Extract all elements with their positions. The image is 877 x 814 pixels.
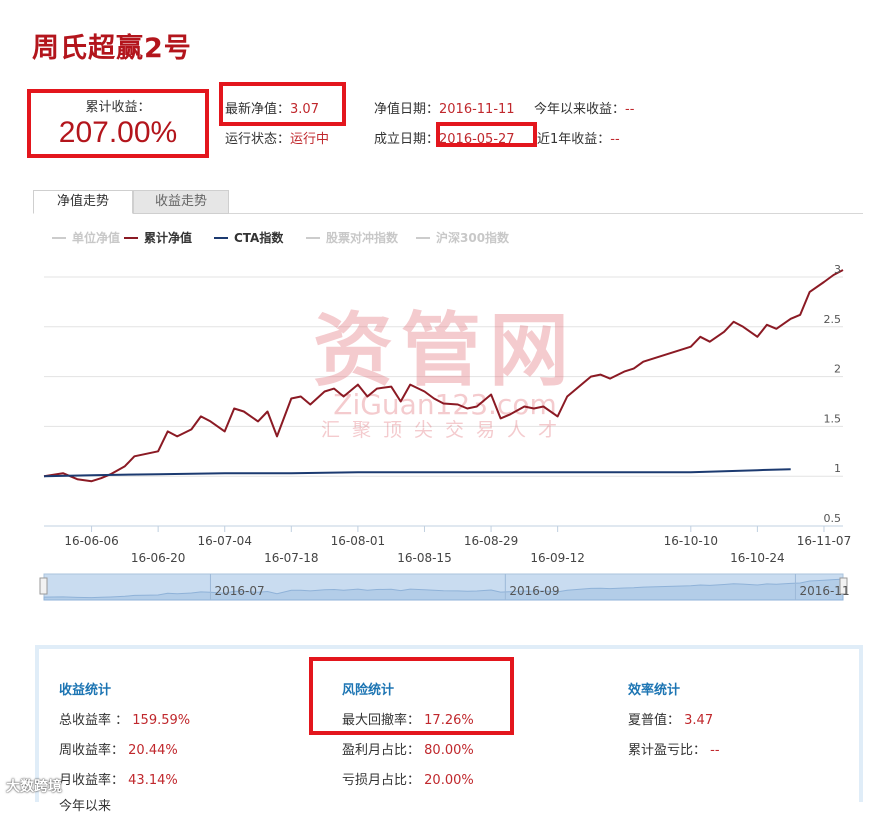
legend-item-label: CTA指数 [234, 230, 284, 245]
stat-value: 20.00% [424, 773, 474, 788]
nav-chart[interactable]: 单位净值 累计净值 CTA指数 股票对冲指数 沪深300指数 资管网 ZiGuan123… [0, 0, 877, 640]
chart-watermark: 资管网 ZiGuan123.com 汇聚顶尖交易人才 [313, 304, 577, 441]
watermark-slogan: 汇聚顶尖交易人才 [321, 419, 569, 441]
y-tick-label: 1.5 [824, 412, 842, 425]
return-stats-title: 收益统计 [59, 683, 112, 698]
chart-legend: 单位净值 累计净值 CTA指数 股票对冲指数 沪深300指数 [52, 230, 510, 245]
stat-total-return: 总收益率 ： 159.59% [59, 709, 190, 728]
stat-ytd-return: 今年以来 [59, 795, 111, 814]
x-tick-label: 16-08-15 [397, 551, 451, 565]
x-tick-label: 16-10-24 [730, 551, 784, 565]
stat-week-return: 周收益率： 20.44% [59, 739, 178, 758]
stat-value: 43.14% [128, 773, 178, 788]
navigator-label: 2016-07 [214, 584, 264, 598]
y-tick-label: 2.5 [824, 313, 842, 326]
x-tick-label: 16-07-18 [264, 551, 318, 565]
stat-win-months: 盈利月占比： 80.00% [342, 739, 474, 758]
efficiency-stats-title: 效率统计 [628, 683, 681, 698]
navigator-label: 2016-11 [799, 584, 849, 598]
stat-sharpe: 夏普值： 3.47 [628, 709, 713, 728]
stat-label: 周收益率： [59, 743, 125, 758]
navigator-handle-left [39, 577, 48, 595]
y-tick-label: 3 [834, 263, 841, 276]
stat-label: 总收益率 ： [59, 713, 129, 728]
stat-value: 159.59% [132, 713, 191, 728]
stat-label: 亏损月占比： [342, 773, 421, 788]
highlight-risk-stats [309, 657, 514, 735]
stat-label: 盈利月占比： [342, 743, 421, 758]
y-tick-label: 2 [834, 363, 841, 376]
stat-month-return: 月收益率： 43.14% [59, 769, 178, 788]
footer-watermark: 大数跨境 [6, 779, 62, 795]
y-tick-label: 0.5 [824, 512, 842, 525]
stat-label: 月收益率： [59, 773, 125, 788]
stat-label: 今年以来 [59, 799, 112, 814]
x-tick-label: 16-06-06 [64, 534, 118, 548]
navigator-label: 2016-09 [509, 584, 559, 598]
legend-item-label: 单位净值 [72, 230, 120, 245]
x-tick-label: 16-09-12 [530, 551, 584, 565]
stat-value: 80.00% [424, 743, 474, 758]
stat-value: -- [710, 743, 720, 758]
stat-value: 20.44% [128, 743, 178, 758]
x-tick-label: 16-08-29 [464, 534, 518, 548]
stat-loss-months: 亏损月占比： 20.00% [342, 769, 474, 788]
stat-profit-loss-ratio: 累计盈亏比： -- [628, 739, 720, 758]
series-line [43, 468, 791, 478]
stat-label: 夏普值： [628, 713, 681, 728]
x-tick-label: 16-07-04 [197, 534, 251, 548]
x-tick-label: 16-10-10 [664, 534, 718, 548]
y-tick-label: 1 [834, 462, 841, 475]
legend-item-label: 股票对冲指数 [326, 230, 399, 245]
legend-item-label: 沪深300指数 [436, 230, 510, 245]
watermark-main: 资管网 [313, 304, 577, 397]
x-tick-label: 16-08-01 [331, 534, 385, 548]
x-tick-label: 16-06-20 [131, 551, 185, 565]
stat-value: 3.47 [684, 713, 714, 728]
x-tick-label: 16-11-07 [797, 534, 851, 548]
stat-label: 累计盈亏比： [628, 743, 707, 758]
chart-navigator[interactable]: 2016-07 2016-09 2016-11 [39, 573, 850, 601]
legend-item-label: 累计净值 [144, 230, 192, 245]
